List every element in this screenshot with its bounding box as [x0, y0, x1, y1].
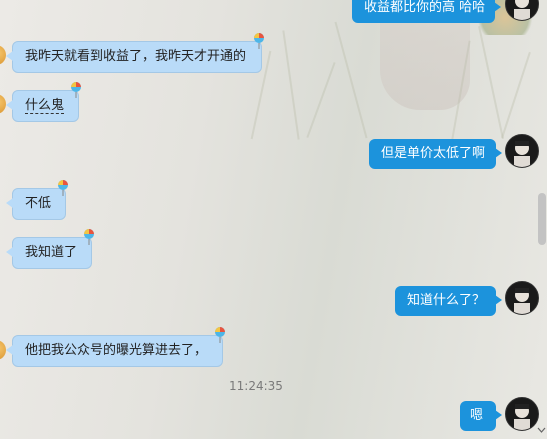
message-bubble-sent[interactable]: 知道什么了？ [395, 286, 502, 316]
message-bubble-sent[interactable]: 收益都比你的高 哈哈 [352, 0, 501, 23]
message-text: 嗯 [470, 408, 484, 423]
message-text: 他把我公众号的曝光算进去了， [25, 343, 208, 358]
message-bubble-sent[interactable]: 嗯 [460, 401, 502, 431]
balloon-sticker-icon [71, 82, 81, 98]
avatar-self[interactable] [505, 397, 539, 431]
avatar-self[interactable] [505, 281, 539, 315]
message-text: 知道什么了？ [407, 293, 486, 308]
message-text: 不低 [25, 196, 52, 211]
balloon-sticker-icon [215, 327, 225, 343]
message-timestamp: 11:24:35 [229, 379, 283, 393]
contact-avatar-icon [514, 404, 530, 430]
message-bubble-sent[interactable]: 但是单价太低了啊 [369, 139, 502, 169]
balloon-sticker-icon [84, 229, 94, 245]
message-text: 我昨天就看到收益了，我昨天才开通的 [25, 49, 247, 64]
chat-scrollbar[interactable] [537, 0, 547, 439]
balloon-sticker-icon [254, 33, 264, 49]
message-text: 什么鬼 [25, 98, 65, 114]
contact-avatar-icon [514, 288, 530, 314]
background-photo-grass [250, 20, 547, 150]
scroll-down-icon[interactable] [537, 427, 546, 434]
message-bubble-received[interactable]: 我知道了 [6, 237, 92, 269]
message-bubble-received[interactable]: 我昨天就看到收益了，我昨天才开通的 [6, 41, 262, 73]
message-text: 我知道了 [25, 245, 78, 260]
scrollbar-thumb[interactable] [538, 193, 546, 245]
balloon-sticker-icon [58, 180, 68, 196]
message-bubble-received[interactable]: 他把我公众号的曝光算进去了， [6, 335, 223, 367]
avatar-self[interactable] [505, 134, 539, 168]
message-text: 但是单价太低了啊 [381, 146, 486, 161]
message-text: 收益都比你的高 哈哈 [364, 0, 486, 15]
contact-avatar-icon [514, 141, 530, 167]
